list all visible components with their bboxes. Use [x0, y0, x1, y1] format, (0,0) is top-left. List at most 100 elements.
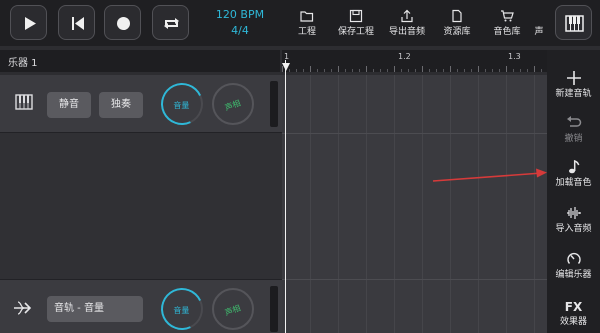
mute-button[interactable]: 静音: [47, 92, 91, 118]
ruler-tick: [513, 69, 514, 72]
ruler-tick: [541, 69, 542, 72]
load-sound-button[interactable]: 加载音色: [547, 154, 600, 194]
empty-track-area: [0, 133, 282, 279]
import-audio-button[interactable]: 导入音频: [547, 200, 600, 240]
ruler-tick: [422, 66, 423, 72]
ruler-tick: [415, 69, 416, 72]
ruler-mark: 1.3: [508, 52, 521, 61]
volume-knob[interactable]: 音量: [155, 282, 209, 333]
track-name-button[interactable]: 音轨 - 音量: [47, 296, 143, 322]
ruler-tick: [394, 66, 395, 72]
solo-button[interactable]: 独奏: [99, 92, 143, 118]
play-button[interactable]: [10, 5, 47, 40]
track-scrollbar[interactable]: [270, 286, 278, 332]
menu-save-project-label: 保存工程: [337, 27, 374, 37]
piano-keys-icon: [565, 15, 584, 32]
effects-button[interactable]: FX 效果器: [547, 293, 600, 333]
time-signature: 4/4: [231, 24, 249, 37]
ruler-tick: [310, 66, 311, 72]
undo-label: 撤销: [564, 134, 583, 144]
ruler-tick: [471, 69, 472, 72]
ruler-tick: [499, 69, 500, 72]
ruler-tick: [303, 69, 304, 72]
pan-knob[interactable]: 声相: [212, 83, 254, 125]
audio-track[interactable]: 音轨 - 音量 音量 声相: [0, 279, 282, 333]
ruler-tick: [352, 69, 353, 72]
piano-icon: [15, 94, 33, 110]
volume-knob-label: 音量: [173, 305, 190, 315]
route-arrow-icon: [14, 301, 32, 315]
playhead-marker[interactable]: [282, 63, 290, 71]
file-icon: [452, 9, 462, 23]
fx-icon: FX: [564, 300, 583, 314]
skip-back-icon: [72, 17, 84, 30]
keyboard-button[interactable]: [555, 5, 592, 40]
ruler-tick: [296, 69, 297, 72]
pan-knob[interactable]: 声相: [212, 288, 254, 330]
ruler-tick: [485, 69, 486, 72]
timeline-ruler[interactable]: 1 1.2 1.3: [282, 50, 547, 72]
save-icon: [349, 9, 363, 23]
ruler-tick: [387, 69, 388, 72]
grid-beat-line: [450, 75, 451, 333]
ruler-tick: [457, 69, 458, 72]
ruler-tick: [324, 69, 325, 72]
ruler-tick: [478, 66, 479, 72]
dial-icon: [566, 252, 581, 264]
instrument-header[interactable]: 乐器 1: [0, 50, 280, 72]
ruler-tick: [338, 66, 339, 72]
ruler-tick: [464, 69, 465, 72]
grid-beat-line: [338, 75, 339, 333]
ruler-tick: [380, 69, 381, 72]
undo-button[interactable]: 撤销: [547, 110, 600, 150]
import-audio-label: 导入音频: [555, 224, 592, 234]
folder-icon: [300, 11, 314, 22]
record-icon: [117, 17, 130, 30]
cart-icon: [501, 10, 514, 22]
ruler-mark: 1.2: [398, 52, 411, 61]
menu-cutoff-label: 声: [534, 27, 544, 37]
timeline-grid[interactable]: [282, 75, 547, 333]
edit-instrument-button[interactable]: 编辑乐器: [547, 246, 600, 286]
menu-resource-library-label: 资源库: [443, 27, 471, 37]
menu-resource-library[interactable]: 资源库: [441, 8, 473, 40]
ruler-tick: [436, 69, 437, 72]
ruler-tick: [401, 69, 402, 72]
loop-icon: [164, 18, 179, 29]
grid-beat-line: [534, 75, 535, 333]
grid-track-divider: [282, 279, 547, 280]
new-track-label: 新建音轨: [555, 89, 592, 99]
effects-label: 效果器: [559, 317, 587, 327]
menu-save-project[interactable]: 保存工程: [334, 8, 378, 40]
loop-button[interactable]: [152, 5, 189, 40]
volume-knob[interactable]: 音量: [155, 77, 209, 131]
skip-back-button[interactable]: [58, 5, 95, 40]
record-button[interactable]: [104, 5, 141, 40]
edit-instrument-label: 编辑乐器: [555, 270, 592, 280]
menu-export-audio[interactable]: 导出音频: [385, 8, 429, 40]
ruler-tick: [450, 66, 451, 72]
ruler-tick: [331, 69, 332, 72]
grid-beat-line: [422, 75, 423, 333]
instrument-track[interactable]: 静音 独奏 音量 声相: [0, 75, 282, 133]
ruler-tick: [366, 66, 367, 72]
grid-beat-line: [394, 75, 395, 333]
plus-icon: [566, 71, 581, 85]
ruler-tick: [520, 69, 521, 72]
new-track-button[interactable]: 新建音轨: [547, 65, 600, 105]
menu-project[interactable]: 工程: [292, 8, 322, 40]
tempo-display[interactable]: 120 BPM 4/4: [205, 7, 275, 39]
ruler-tick: [443, 69, 444, 72]
menu-cutoff-item[interactable]: 声: [534, 8, 544, 40]
play-icon: [25, 17, 36, 30]
grid-beat-line: [506, 75, 507, 333]
grid-track-divider: [282, 133, 547, 134]
track-scrollbar[interactable]: [270, 81, 278, 127]
bpm-value: 120 BPM: [215, 8, 265, 21]
right-sidebar: 新建音轨 撤销 加载音色 导入音频 编辑乐器 FX 效果器: [547, 50, 600, 333]
export-icon: [401, 9, 413, 23]
ruler-tick: [534, 66, 535, 72]
playhead-line[interactable]: [285, 60, 286, 333]
menu-sound-library[interactable]: 音色库: [491, 8, 523, 40]
waveform-icon: [566, 207, 581, 219]
